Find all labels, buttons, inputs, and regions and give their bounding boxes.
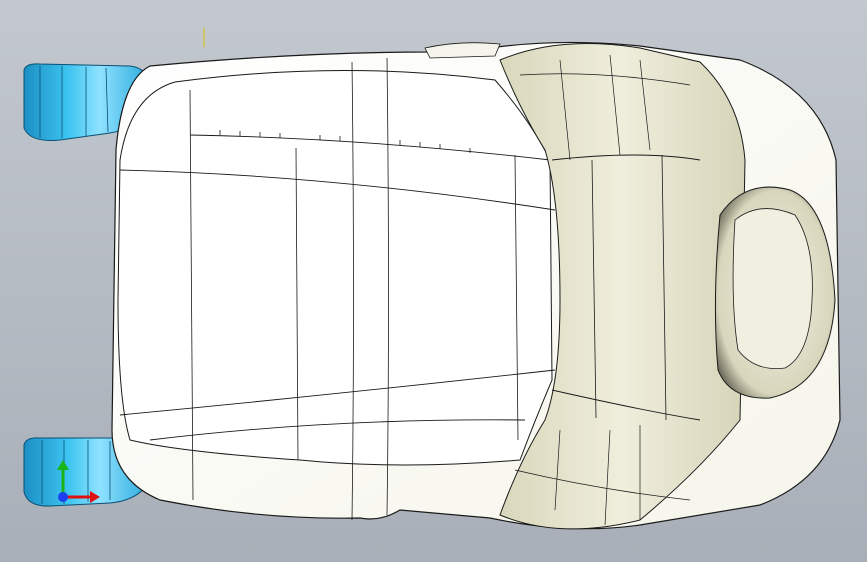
seat-model-scene[interactable]	[0, 0, 867, 562]
grab-handle-recess[interactable]	[714, 186, 836, 399]
triad-z-axis	[58, 492, 68, 502]
top-edge-tab	[424, 42, 501, 59]
cad-graphics-viewport[interactable]	[0, 0, 867, 562]
